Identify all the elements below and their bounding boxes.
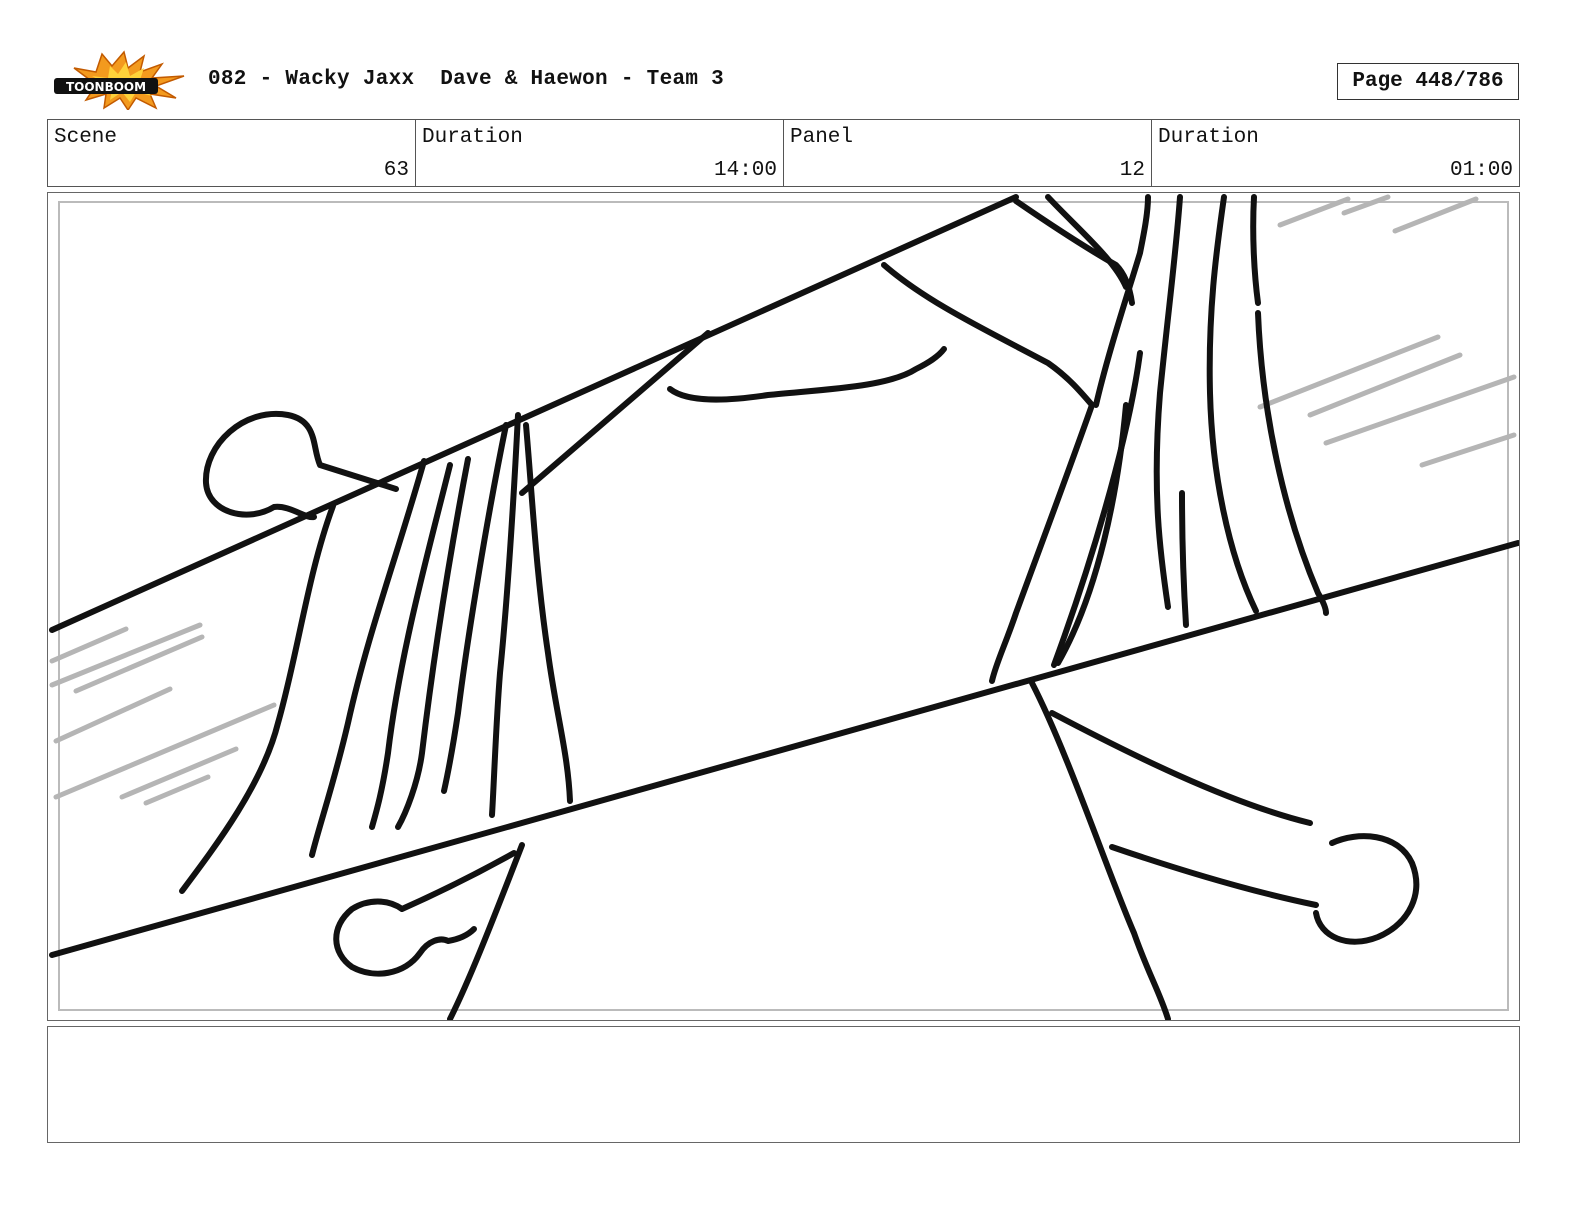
panel-duration-label: Duration: [1158, 126, 1259, 149]
scene-cell: Scene 63: [48, 120, 416, 186]
sketch-strokes: [49, 194, 1519, 1020]
document-title: 082 - Wacky Jaxx Dave & Haewon - Team 3: [208, 68, 725, 91]
panel-duration-cell: Duration 01:00: [1152, 120, 1519, 186]
storyboard-panel: [47, 192, 1520, 1021]
scene-value: 63: [383, 159, 409, 182]
speed-lines: [49, 194, 1517, 806]
logo-text: TOONBOOM: [66, 80, 146, 94]
panel-cell: Panel 12: [784, 120, 1152, 186]
action-notes-box: [47, 1026, 1520, 1143]
scene-duration-label: Duration: [422, 126, 523, 149]
toonboom-logo: TOONBOOM: [52, 50, 188, 112]
panel-value: 12: [1119, 159, 1145, 182]
scene-label: Scene: [54, 126, 118, 149]
page-indicator: Page 448/786: [1337, 63, 1519, 100]
scene-duration-cell: Duration 14:00: [416, 120, 784, 186]
scene-info-table: Scene 63 Duration 14:00 Panel 12 Duratio…: [47, 119, 1520, 187]
scene-duration-value: 14:00: [713, 159, 777, 182]
panel-sketch: [49, 194, 1519, 1020]
panel-duration-value: 01:00: [1449, 159, 1513, 182]
panel-label: Panel: [790, 126, 854, 149]
